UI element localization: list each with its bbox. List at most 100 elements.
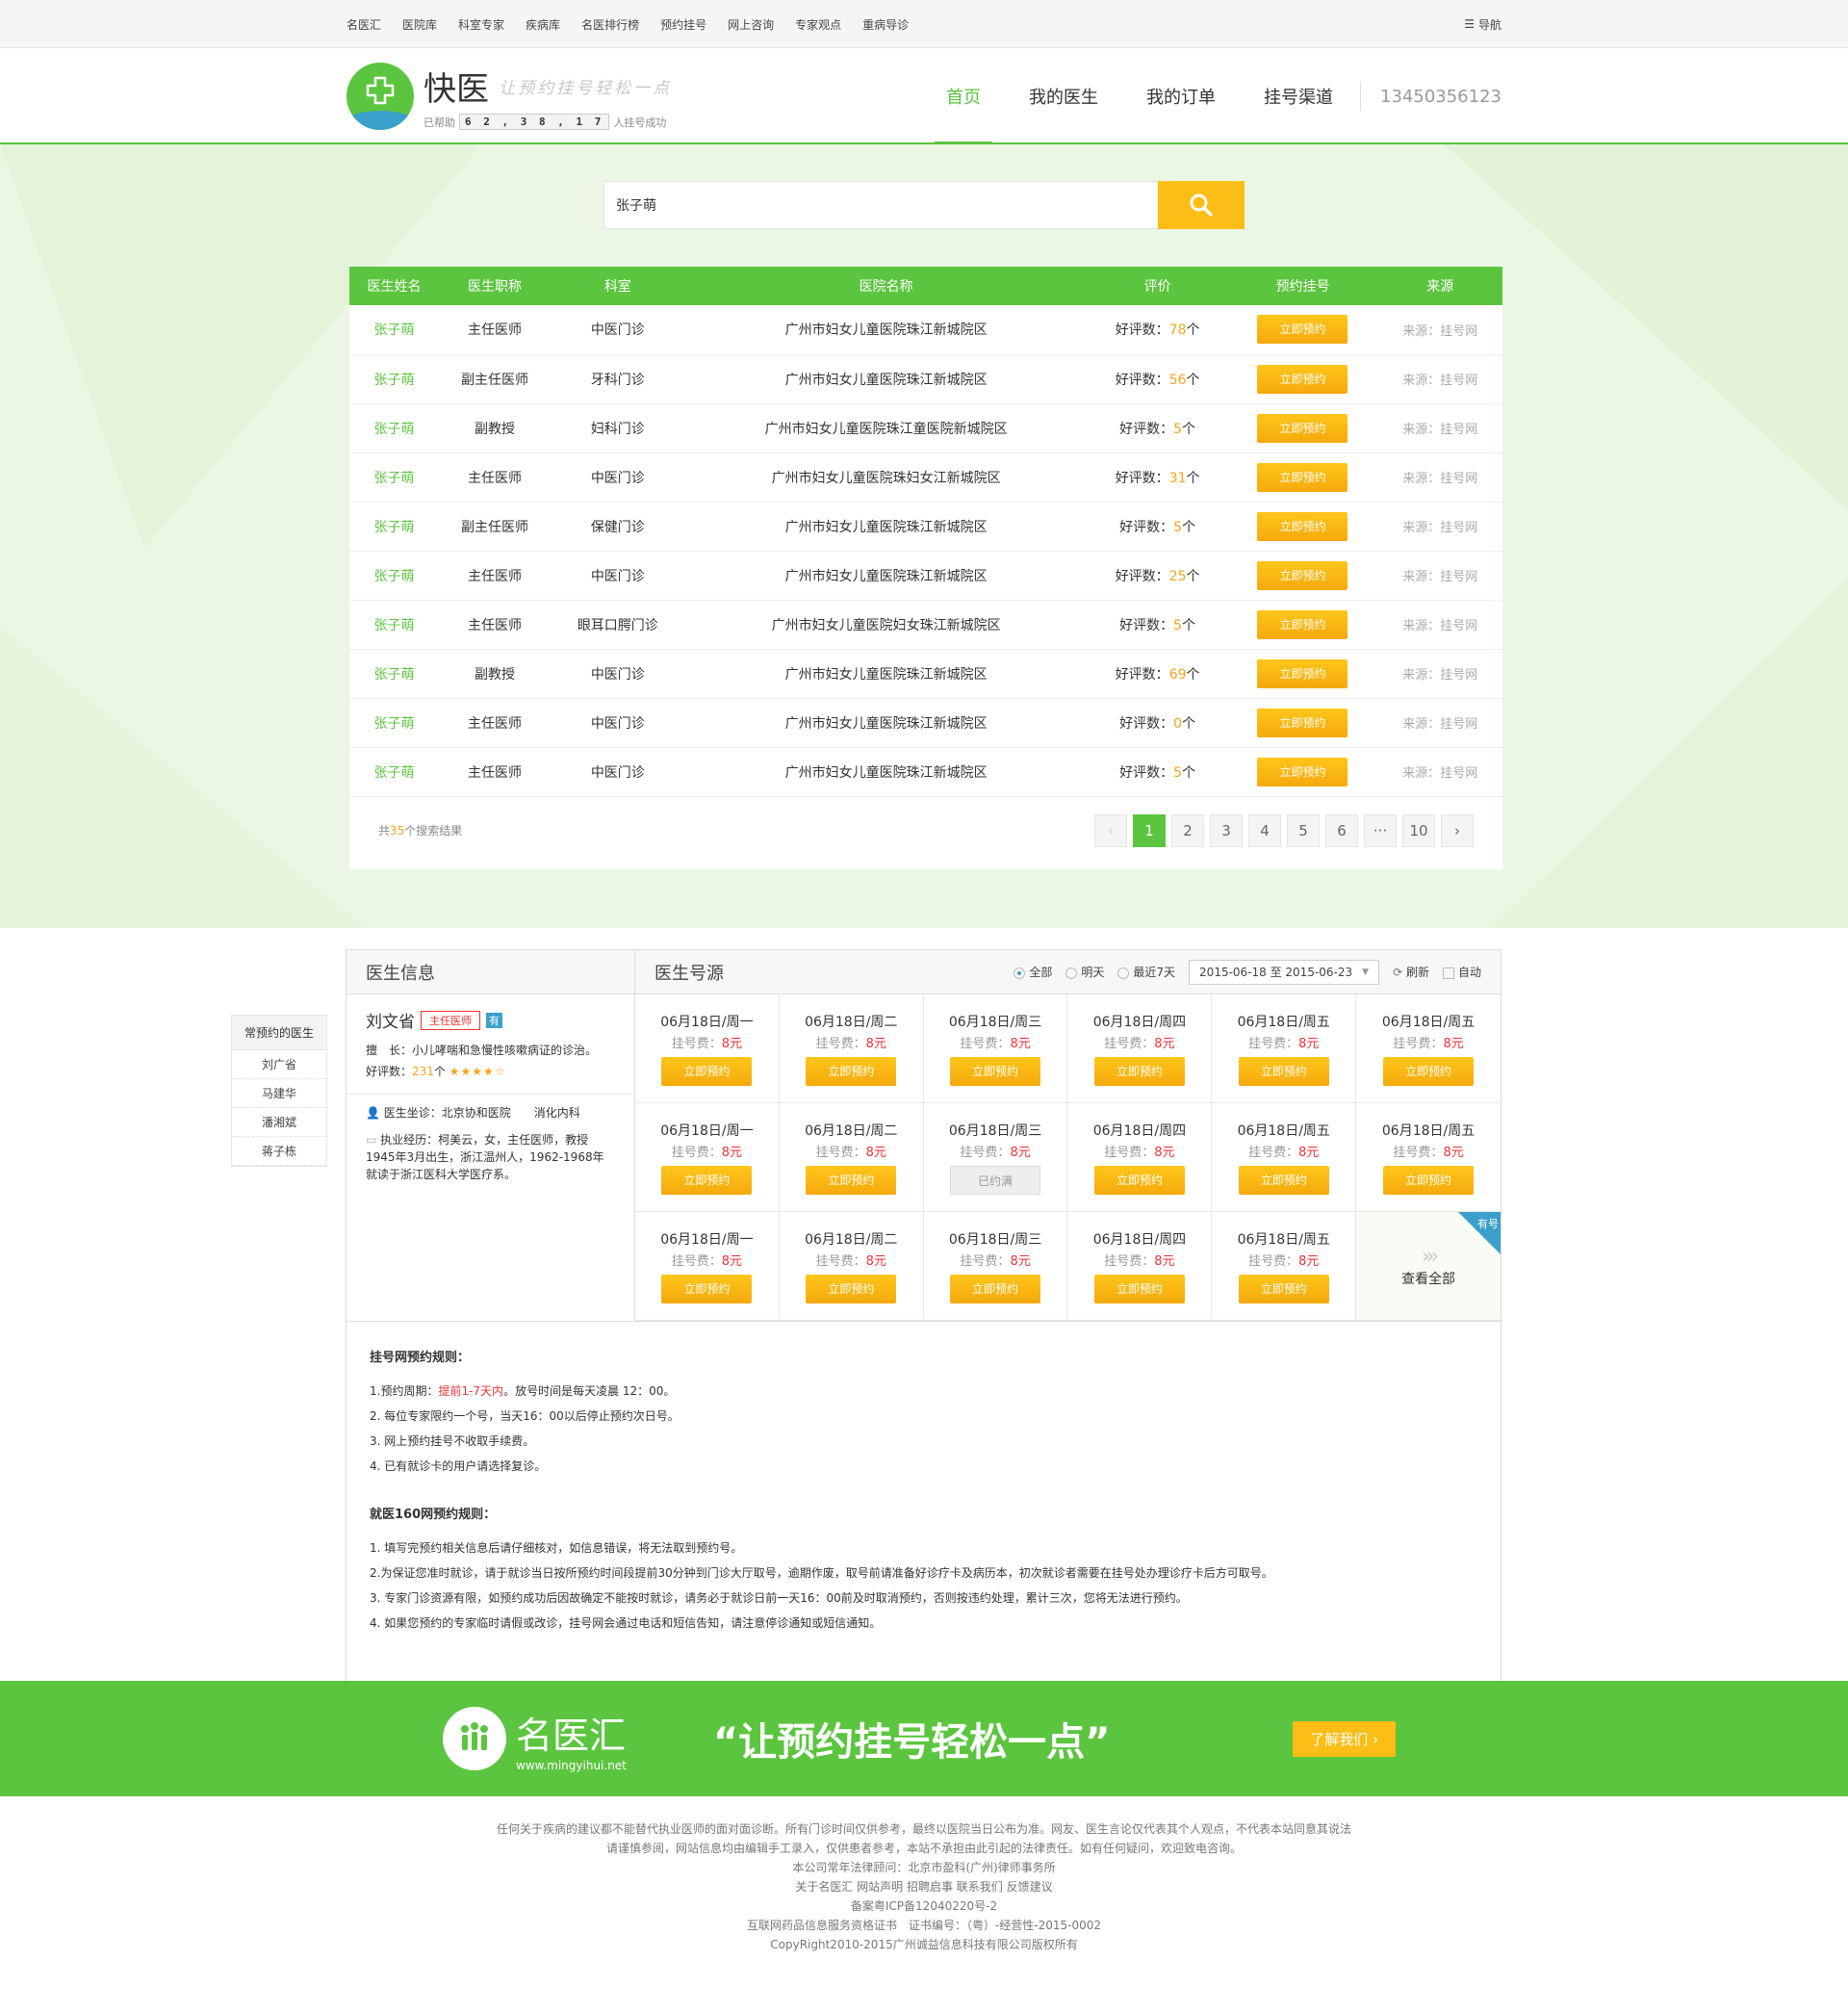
doctor-name-link[interactable]: 张子萌 [349, 600, 439, 650]
count-suffix: 个搜索结果 [404, 824, 463, 838]
nav-channel[interactable]: 挂号渠道 [1252, 48, 1345, 144]
doctor-name-link[interactable]: 张子萌 [349, 649, 439, 699]
count-number: 35 [390, 824, 405, 838]
hospital-name: 广州市妇女儿童医院珠江新城院区 [684, 698, 1088, 748]
nav-my-orders[interactable]: 我的订单 [1135, 48, 1227, 144]
rating-label: 好评数： [1119, 764, 1174, 781]
page-button[interactable]: 10 [1402, 813, 1435, 847]
slot-fee: 挂号费：8元 [1393, 1033, 1463, 1051]
nav-home[interactable]: 首页 [935, 48, 993, 144]
book-slot-button[interactable]: 立即预约 [1093, 1165, 1185, 1195]
view-all-slot[interactable]: 有号 ››› 查看全部 [1356, 1212, 1501, 1321]
date-range-select[interactable]: 2015-06-18 至 2015-06-23 ▼ [1189, 959, 1380, 985]
doctor-name-link[interactable]: 张子萌 [349, 354, 439, 404]
topnav-link[interactable]: 科室专家 [458, 16, 504, 33]
page-button[interactable]: 3 [1210, 813, 1243, 847]
book-now-button[interactable]: 立即预约 [1257, 462, 1348, 492]
filter-all[interactable]: 全部 [1014, 964, 1052, 980]
doctor-skill: 擅 长：小儿哮喘和急慢性咳嗽病证的诊治。 [366, 1044, 598, 1057]
doctor-name-link[interactable]: 张子萌 [349, 747, 439, 797]
booking-cell: 立即预约 [1227, 502, 1378, 552]
table-row: 张子萌 副教授 中医门诊 广州市妇女儿童医院珠江新城院区 好评数：69个 立即预约 来源：挂… [349, 649, 1502, 699]
book-slot-button[interactable]: 立即预约 [661, 1165, 753, 1195]
book-slot-button[interactable]: 立即预约 [1383, 1165, 1475, 1195]
book-now-button[interactable]: 立即预约 [1257, 364, 1348, 394]
book-slot-button[interactable]: 立即预约 [1238, 1274, 1329, 1303]
doctor-name-link[interactable]: 张子萌 [349, 305, 439, 355]
brand: 快医 让预约挂号轻松一点 已帮助 6 2 , 3 8 , 1 7 人挂号成功 [424, 63, 672, 130]
book-slot-button[interactable]: 立即预约 [806, 1056, 897, 1086]
favorite-doctor[interactable]: 马建华 [232, 1079, 326, 1108]
topnav-link[interactable]: 名医汇 [346, 16, 381, 33]
topnav-link[interactable]: 医院库 [402, 16, 437, 33]
topnav-link[interactable]: 网上咨询 [728, 16, 774, 33]
book-slot-button[interactable]: 立即预约 [661, 1056, 753, 1086]
clinic-text: 医生坐诊：北京协和医院 消化内科 [383, 1106, 580, 1120]
rating-label: 好评数： [1119, 715, 1174, 732]
search-section: 医生姓名 医生职称 科室 医院名称 评价 预约挂号 来源 张子萌主任医师中医门诊… [0, 144, 1848, 928]
page-button[interactable]: 4 [1248, 813, 1281, 847]
doctor-name-link[interactable]: 张子萌 [349, 551, 439, 601]
book-now-button[interactable]: 立即预约 [1257, 315, 1348, 345]
source-text: 来源：挂号网 [1377, 600, 1502, 650]
book-now-button[interactable]: 立即预约 [1257, 708, 1348, 737]
slot-date: 06月18日/周五 [1381, 1122, 1476, 1139]
favorite-doctor[interactable]: 潘湘斌 [232, 1108, 326, 1137]
search-button[interactable] [1158, 181, 1245, 229]
doctor-name-link[interactable]: 张子萌 [349, 502, 439, 552]
rating-count: 31 [1168, 470, 1187, 486]
book-now-button[interactable]: 立即预约 [1257, 609, 1348, 639]
book-slot-button[interactable]: 立即预约 [1093, 1056, 1185, 1086]
search-input[interactable] [603, 181, 1158, 229]
logo[interactable] [346, 63, 414, 130]
book-slot-button[interactable]: 立即预约 [950, 1274, 1041, 1303]
next-page-button[interactable]: › [1441, 813, 1474, 847]
book-slot-button[interactable]: 立即预约 [1238, 1056, 1329, 1086]
rating-unit: 个 [1186, 666, 1200, 683]
doctor-name-link[interactable]: 张子萌 [349, 403, 439, 453]
topnav-link[interactable]: 疾病库 [526, 16, 560, 33]
topnav-link[interactable]: 专家观点 [795, 16, 841, 33]
book-now-button[interactable]: 立即预约 [1257, 658, 1348, 688]
about-us-button[interactable]: 了解我们 › [1293, 1720, 1396, 1757]
topnav-link[interactable]: 预约挂号 [660, 16, 706, 33]
book-now-button[interactable]: 立即预约 [1257, 560, 1348, 590]
book-slot-button[interactable]: 立即预约 [1093, 1274, 1185, 1303]
doctor-name-link[interactable]: 张子萌 [349, 698, 439, 748]
fee-value: 8元 [1010, 1145, 1031, 1160]
book-slot-button[interactable]: 立即预约 [1238, 1165, 1329, 1195]
book-slot-button[interactable]: 立即预约 [1383, 1056, 1475, 1086]
slot-fee: 挂号费：8元 [960, 1033, 1030, 1051]
rating-count: 5 [1173, 617, 1183, 633]
page-button[interactable]: 1 [1133, 813, 1166, 847]
footer-links[interactable]: 关于名医汇 网站声明 招聘启事 联系我们 反馈建议 [0, 1877, 1848, 1896]
rating-label: 好评数： [1115, 372, 1169, 388]
page-button[interactable]: 5 [1287, 813, 1320, 847]
book-now-button[interactable]: 立即预约 [1257, 511, 1348, 541]
filter-tomorrow[interactable]: 明天 [1065, 964, 1104, 980]
refresh-button[interactable]: ⟳ 刷新 [1393, 964, 1429, 980]
book-slot-button[interactable]: 立即预约 [806, 1165, 897, 1195]
auto-checkbox[interactable]: 自动 [1442, 964, 1481, 980]
filter-7days[interactable]: 最近7天 [1117, 964, 1175, 980]
topnav-link[interactable]: 名医排行榜 [581, 16, 639, 33]
book-now-button[interactable]: 立即预约 [1257, 413, 1348, 443]
rule-item: 2.为保证您准时就诊，请于就诊当日按所预约时间段提前30分钟到门诊大厅取号，逾期… [370, 1566, 1273, 1580]
topnav-link[interactable]: 重病导诊 [862, 16, 909, 33]
book-slot-button[interactable]: 立即预约 [806, 1274, 897, 1303]
nav-my-doctors[interactable]: 我的医生 [1017, 48, 1110, 144]
prev-page-button[interactable]: ‹ [1094, 813, 1127, 847]
page-button[interactable]: 6 [1325, 813, 1358, 847]
page-button[interactable]: 2 [1171, 813, 1204, 847]
book-slot-button[interactable]: 立即预约 [950, 1056, 1041, 1086]
fee-label: 挂号费： [1393, 1036, 1444, 1051]
book-now-button[interactable]: 立即预约 [1257, 757, 1348, 787]
rating-count: 5 [1173, 764, 1183, 781]
book-slot-button[interactable]: 立即预约 [661, 1274, 753, 1303]
favorite-doctor[interactable]: 蒋子栋 [232, 1137, 326, 1166]
search-box [603, 181, 1245, 229]
favorite-doctor[interactable]: 刘广省 [232, 1050, 326, 1079]
nav-menu-button[interactable]: ☰ 导航 [1464, 16, 1502, 33]
doctor-name-link[interactable]: 张子萌 [349, 452, 439, 503]
schedule-slot: 06月18日/周四 挂号费：8元 立即预约 [1067, 1103, 1213, 1212]
